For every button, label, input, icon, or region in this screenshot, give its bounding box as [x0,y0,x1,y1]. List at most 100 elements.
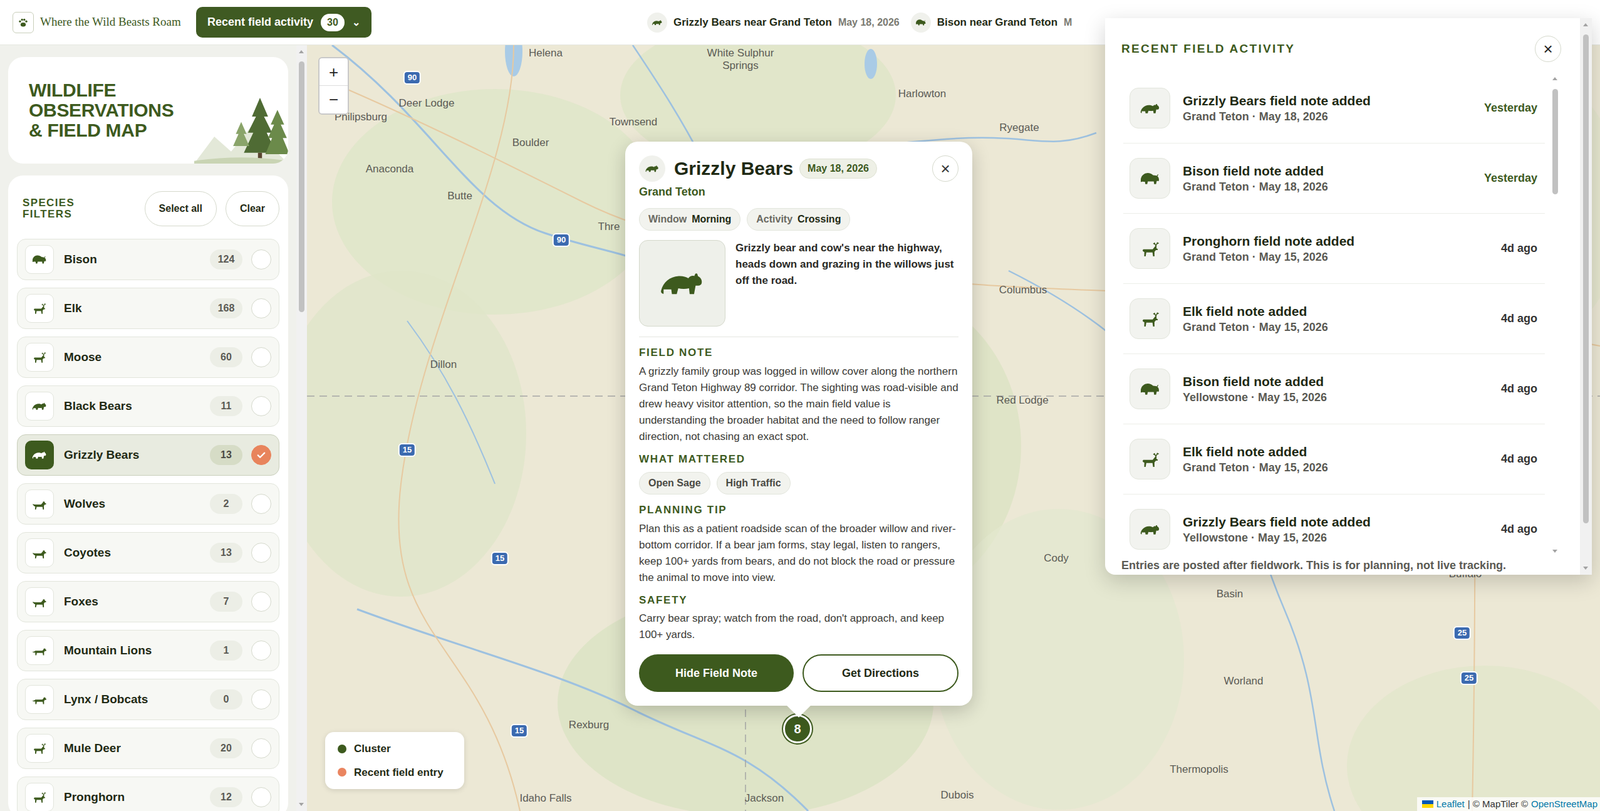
safety-text: Carry bear spray; watch from the road, d… [638,610,959,643]
species-checkbox[interactable] [251,640,272,661]
clear-button[interactable]: Clear [225,191,280,227]
zoom-in-button[interactable]: + [319,58,348,86]
sidebar: WILDLIFEOBSERVATIONS& FIELD MAPSPECIESFI… [0,45,307,811]
entry-place: Grand Teton · May 15, 2026 [1182,249,1502,265]
species-item[interactable]: Pronghorn12 [16,776,280,811]
place-label: Deer Lodge [399,95,455,112]
bear-icon [30,446,49,464]
species-item[interactable]: Lynx / Bobcats0 [16,678,280,720]
species-item[interactable]: Mountain Lions1 [16,629,280,671]
heading-line: SPECIES [22,197,75,209]
canine-icon [30,494,49,513]
close-panel-button[interactable]: × [1534,35,1562,63]
check-icon [255,449,267,461]
place-label: Dillon [430,356,458,373]
activity-list: Grizzly Bears field note added Grand Teto… [1121,73,1545,557]
scroll-up-icon [298,48,305,54]
species-checkbox[interactable] [251,347,272,368]
cluster-count: 8 [793,719,801,738]
species-checkbox[interactable] [251,737,272,759]
place-label: Helena [528,45,563,62]
species-name: Bison [63,250,210,269]
species-checkbox[interactable] [251,249,272,270]
species-item[interactable]: Elk168 [16,287,280,329]
place-label: Thre [598,218,621,235]
get-directions-button[interactable]: Get Directions [802,654,959,692]
species-name: Mountain Lions [63,641,210,660]
select-all-button[interactable]: Select all [144,191,217,227]
species-count: 1 [209,640,243,661]
zoom-out-button[interactable]: − [319,85,348,114]
cluster-marker[interactable]: 8 [783,714,812,743]
place-label: Anaconda [365,161,415,178]
osm-link[interactable]: OpenStreetMap [1531,796,1598,811]
species-checkbox[interactable] [251,689,272,710]
logo-badge [12,11,34,34]
activity-entry[interactable]: Elk field note addedGrand Teton · May 15… [1123,424,1545,495]
close-popup-button[interactable]: × [932,155,959,182]
species-name: Mule Deer [63,739,210,758]
list-scrollbar[interactable] [1549,73,1562,557]
entry-time: 4d ago [1501,520,1538,538]
species-checkbox[interactable] [251,298,272,319]
logo[interactable]: Where the Wild Beasts Roam [12,11,197,34]
ticker-date: M [1063,15,1072,31]
entry-place: Grand Teton · May 18, 2026 [1182,179,1485,195]
scroll-up-icon [1551,75,1559,81]
species-item[interactable]: Coyotes13 [16,531,280,574]
popup-title: Grizzly Bears [674,154,794,183]
section-heading: PLANNING TIP [638,501,959,519]
species-name: Foxes [63,592,210,611]
activity-entry[interactable]: Grizzly Bears field note addedGrand Teto… [1123,73,1545,144]
attribution: Leaflet| © MapTiler ©OpenStreetMap [1417,796,1600,811]
species-checkbox[interactable] [251,395,272,416]
bison-icon [1138,166,1163,191]
entry-title: Pronghorn field note added [1182,233,1502,250]
species-item[interactable]: Wolves2 [16,483,280,525]
scroll-thumb[interactable] [298,61,305,312]
sidebar-scrollbar[interactable] [296,45,307,811]
activity-entry[interactable]: Grizzly Bears field note addedYellowston… [1123,494,1545,557]
species-item[interactable]: Grizzly Bears13 [16,434,280,476]
entry-title: Grizzly Bears field note added [1182,513,1502,530]
activity-entry[interactable]: Bison field note addedYellowstone · May … [1123,353,1545,425]
legend-label: Recent field entry [353,764,444,781]
ticker-item[interactable]: Grizzly Bears near Grand TetonMay 18, 20… [647,12,900,33]
species-item[interactable]: Black Bears11 [16,385,280,427]
scroll-thumb[interactable] [1552,88,1559,195]
legend-item: Recent field entry [337,764,452,781]
photo-placeholder [638,239,726,327]
ticker-item[interactable]: Bison near Grand TetonM [910,12,1073,33]
species-checkbox[interactable] [251,591,272,612]
header-card: WILDLIFEOBSERVATIONS& FIELD MAP [8,57,289,164]
place-label: Jackson [744,789,784,807]
entry-title: Bison field note added [1182,373,1502,390]
activity-entry[interactable]: Elk field note addedGrand Teton · May 15… [1123,283,1545,354]
button-label: Recent field activity [207,13,314,31]
hide-field-note-button[interactable]: Hide Field Note [638,654,794,692]
legend-label: Cluster [353,740,391,757]
place-label: Red Lodge [996,392,1049,409]
leaflet-link[interactable]: Leaflet [1436,796,1465,811]
section-heading: WHAT MATTERED [638,451,959,468]
activity-panel: RECENT FIELD ACTIVITY × Grizzly Bears fiel… [1105,18,1592,575]
bear-icon [655,256,709,310]
species-checkbox[interactable] [251,444,272,465]
species-item[interactable]: Bison124 [16,238,280,281]
panel-title: RECENT FIELD ACTIVITY [1121,40,1295,59]
panel-scrollbar[interactable] [1579,18,1592,575]
activity-entry[interactable]: Pronghorn field note addedGrand Teton · … [1123,213,1545,284]
species-checkbox[interactable] [251,786,272,807]
species-item[interactable]: Foxes7 [16,580,280,623]
species-checkbox[interactable] [251,542,272,563]
species-item[interactable]: Mule Deer20 [16,727,280,769]
recent-activity-button[interactable]: Recent field activity30⌄ [196,6,372,38]
activity-entry[interactable]: Bison field note addedGrand Teton · May … [1123,143,1545,214]
species-item[interactable]: Moose60 [16,336,280,378]
ticker-label: Grizzly Bears near Grand Teton [673,14,832,31]
scroll-thumb[interactable] [1583,34,1589,524]
species-count: 11 [209,395,243,416]
species-count: 7 [209,591,243,612]
species-checkbox[interactable] [251,493,272,514]
species-count: 2 [209,493,243,514]
